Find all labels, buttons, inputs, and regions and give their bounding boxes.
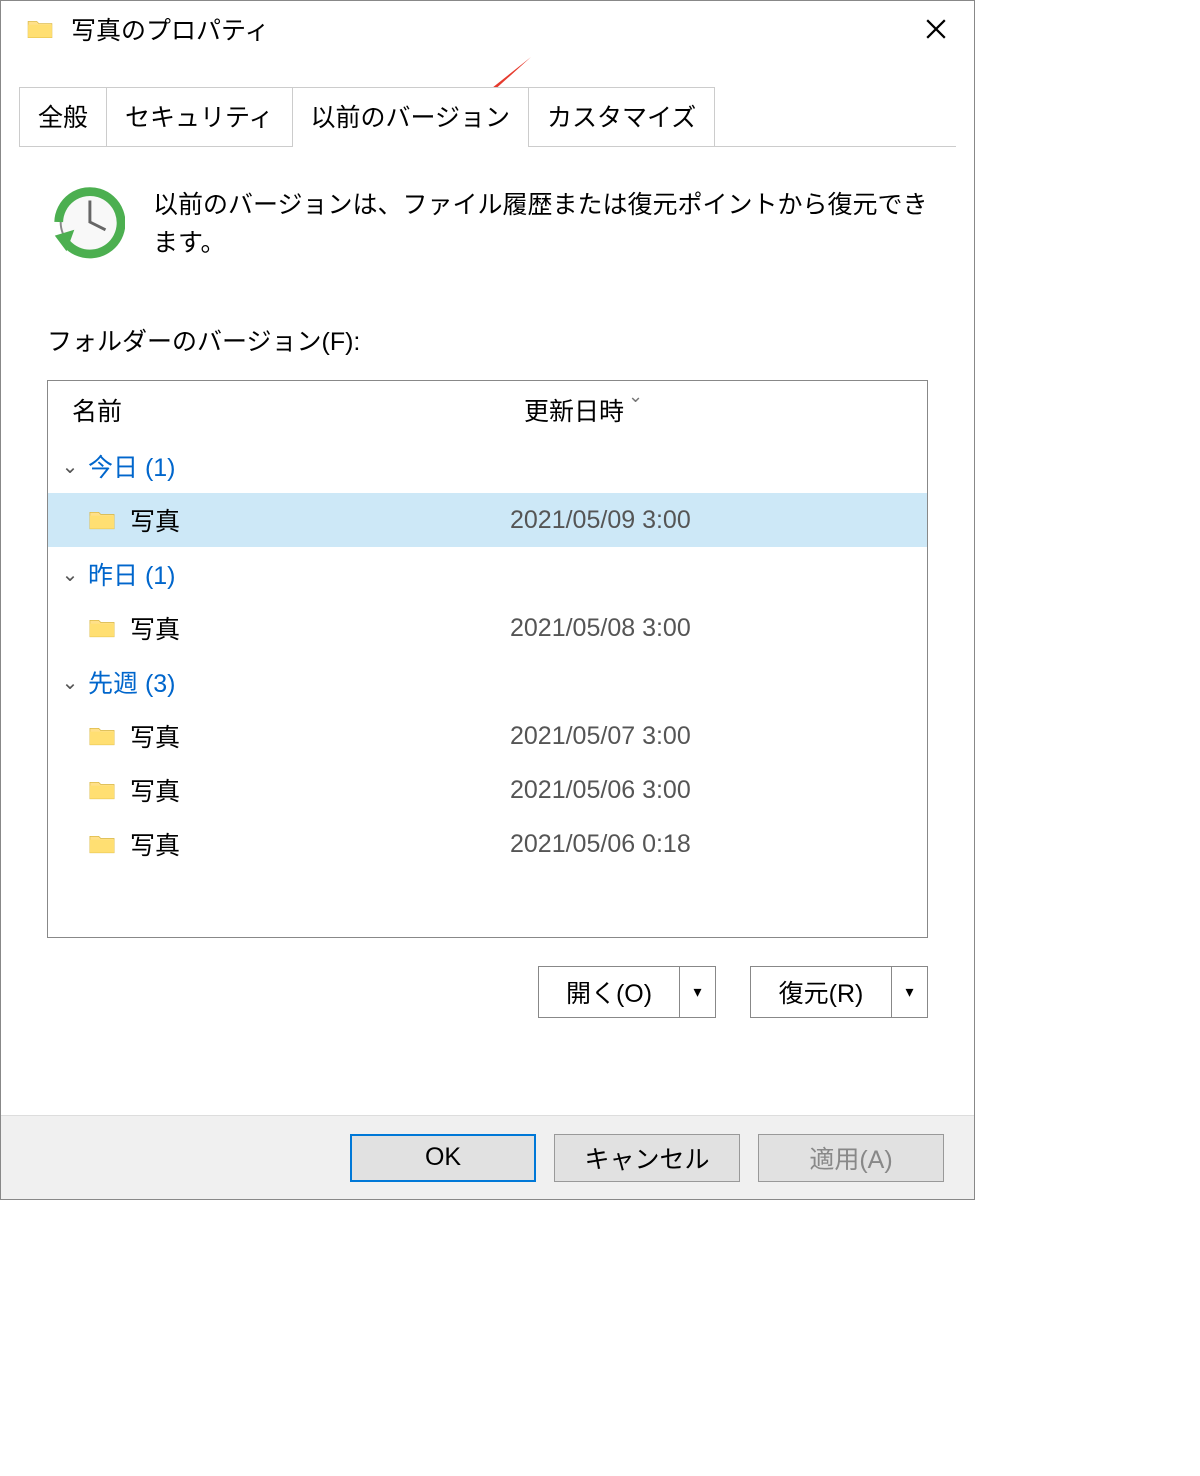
tab-general[interactable]: 全般: [19, 87, 107, 146]
open-button[interactable]: 開く(O) ▾: [538, 966, 716, 1018]
item-name: 写真: [130, 718, 510, 754]
item-date: 2021/05/09 3:00: [510, 506, 691, 535]
tab-content: 以前のバージョンは、ファイル履歴または復元ポイントから復元できます。 フォルダー…: [19, 146, 956, 1018]
group-lastweek-label: 先週 (3): [88, 664, 176, 700]
list-item[interactable]: 写真 2021/05/09 3:00: [48, 493, 927, 547]
dialog-footer: OK キャンセル 適用(A): [1, 1115, 974, 1199]
group-today[interactable]: ⌄ 今日 (1): [48, 439, 927, 493]
column-modified[interactable]: 更新日時 ⌄: [500, 392, 927, 428]
close-button[interactable]: [906, 1, 966, 57]
tab-security[interactable]: セキュリティ: [106, 87, 293, 146]
dropdown-arrow-icon[interactable]: ▾: [891, 967, 927, 1017]
item-date: 2021/05/06 0:18: [510, 830, 691, 859]
dropdown-arrow-icon[interactable]: ▾: [679, 967, 715, 1017]
item-name: 写真: [130, 610, 510, 646]
previous-versions-icon: [47, 183, 125, 261]
folder-icon: [88, 509, 116, 531]
group-last-week[interactable]: ⌄ 先週 (3): [48, 655, 927, 709]
sort-indicator-icon: ⌄: [628, 386, 643, 407]
folder-icon: [88, 725, 116, 747]
list-label: フォルダーのバージョン(F):: [47, 322, 956, 358]
chevron-down-icon: ⌄: [58, 454, 82, 479]
open-button-label: 開く(O): [539, 967, 679, 1017]
versions-list[interactable]: 名前 更新日時 ⌄ ⌄ 今日 (1) 写真 2021/05/09 3:00 ⌄: [47, 380, 928, 938]
list-item[interactable]: 写真 2021/05/06 0:18: [48, 817, 927, 871]
chevron-down-icon: ⌄: [58, 670, 82, 695]
list-header: 名前 更新日時 ⌄: [48, 381, 927, 439]
folder-icon: [88, 779, 116, 801]
group-yesterday-label: 昨日 (1): [88, 556, 176, 592]
item-name: 写真: [130, 826, 510, 862]
folder-icon: [88, 833, 116, 855]
titlebar: 写真のプロパティ: [1, 1, 974, 57]
group-yesterday[interactable]: ⌄ 昨日 (1): [48, 547, 927, 601]
item-date: 2021/05/08 3:00: [510, 614, 691, 643]
cancel-button[interactable]: キャンセル: [554, 1134, 740, 1182]
item-name: 写真: [130, 772, 510, 808]
window-title: 写真のプロパティ: [71, 11, 906, 47]
list-item[interactable]: 写真 2021/05/07 3:00: [48, 709, 927, 763]
item-date: 2021/05/06 3:00: [510, 776, 691, 805]
folder-icon: [27, 17, 57, 41]
tab-previous-versions[interactable]: 以前のバージョン: [292, 87, 530, 147]
item-date: 2021/05/07 3:00: [510, 722, 691, 751]
restore-button-label: 復元(R): [751, 967, 891, 1017]
column-name[interactable]: 名前: [48, 392, 500, 428]
tab-strip: 全般 セキュリティ 以前のバージョン カスタマイズ: [19, 87, 974, 146]
list-item[interactable]: 写真 2021/05/08 3:00: [48, 601, 927, 655]
apply-button: 適用(A): [758, 1134, 944, 1182]
group-today-label: 今日 (1): [88, 448, 176, 484]
properties-dialog: 写真のプロパティ 全般 セキュリティ 以前のバージョン カスタマイズ: [0, 0, 975, 1200]
restore-button[interactable]: 復元(R) ▾: [750, 966, 928, 1018]
tab-customize[interactable]: カスタマイズ: [528, 87, 715, 146]
item-name: 写真: [130, 502, 510, 538]
list-item[interactable]: 写真 2021/05/06 3:00: [48, 763, 927, 817]
chevron-down-icon: ⌄: [58, 562, 82, 587]
folder-icon: [88, 617, 116, 639]
description-text: 以前のバージョンは、ファイル履歴または復元ポイントから復元できます。: [153, 183, 928, 262]
ok-button[interactable]: OK: [350, 1134, 536, 1182]
